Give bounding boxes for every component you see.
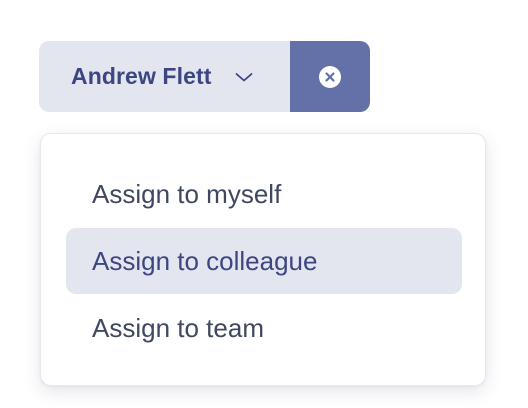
assign-widget: Andrew Flett Assign to myself Assign to … bbox=[0, 0, 528, 408]
menu-item-assign-to-team[interactable]: Assign to team bbox=[66, 295, 462, 361]
assignee-name: Andrew Flett bbox=[71, 63, 212, 89]
assignee-select[interactable]: Andrew Flett bbox=[39, 41, 290, 112]
menu-item-assign-to-myself[interactable]: Assign to myself bbox=[66, 161, 462, 227]
assignee-control: Andrew Flett bbox=[39, 41, 370, 112]
menu-item-assign-to-colleague[interactable]: Assign to colleague bbox=[66, 228, 462, 294]
assign-dropdown-menu: Assign to myself Assign to colleague Ass… bbox=[40, 133, 486, 386]
close-circle-icon bbox=[319, 65, 341, 88]
clear-assignee-button[interactable] bbox=[290, 41, 370, 112]
chevron-down-icon bbox=[235, 71, 253, 83]
